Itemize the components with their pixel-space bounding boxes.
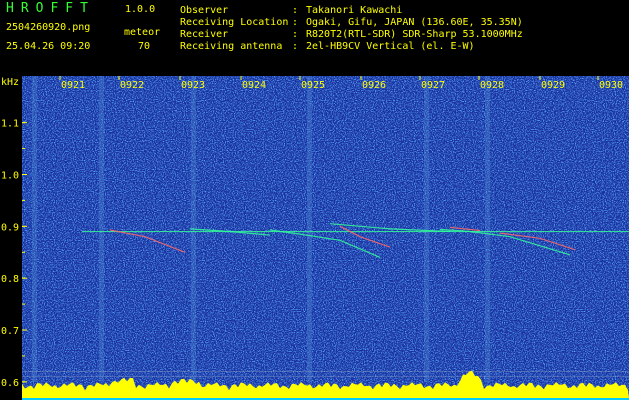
- meteor-label: meteor: [124, 27, 161, 38]
- info-value-antenna: 2el-HB9CV Vertical (el. E-W): [306, 41, 475, 52]
- info-label-receiver: Receiver: [180, 29, 229, 40]
- y-axis-unit: kHz: [1, 77, 19, 88]
- time-label: 0926: [362, 80, 386, 91]
- app-title: HROFFT: [6, 1, 95, 16]
- meteor-count: 70: [138, 41, 151, 52]
- file-datetime: 25.04.26 09:20: [6, 41, 91, 52]
- info-separator: :: [292, 29, 299, 40]
- y-tick-label: 1.0: [1, 170, 19, 181]
- time-band: [99, 76, 104, 382]
- info-value-receiver: R820T2(RTL-SDR) SDR-Sharp 53.1000MHz: [306, 29, 523, 40]
- time-band: [424, 76, 429, 382]
- time-label: 0928: [480, 80, 504, 91]
- y-tick-label: 1.1: [1, 119, 19, 130]
- spectrogram: kHz 1.1 1.0 0.9 0.8 0.7 0.6 0921 0922 0923 0924 09…: [0, 76, 629, 400]
- info-value-observer: Takanori Kawachi: [306, 5, 403, 16]
- info-label-location: Receiving Location: [180, 17, 289, 28]
- time-band: [307, 76, 312, 382]
- time-label: 0922: [120, 80, 144, 91]
- info-separator: :: [292, 41, 299, 52]
- info-value-location: Ogaki, Gifu, JAPAN (136.60E, 35.35N): [306, 17, 523, 28]
- header: HROFFT 1.0.0 2504260920.png 25.04.26 09:…: [0, 0, 629, 76]
- y-tick-label: 0.8: [1, 274, 19, 285]
- y-tick-label: 0.6: [1, 378, 19, 389]
- time-label: 0923: [181, 80, 205, 91]
- time-label: 0924: [242, 80, 266, 91]
- info-label-antenna: Receiving antenna: [180, 41, 283, 52]
- y-tick-label: 0.7: [1, 326, 19, 337]
- info-label-observer: Observer: [180, 5, 229, 16]
- app-version: 1.0.0: [125, 4, 156, 15]
- time-band: [32, 76, 37, 382]
- time-label: 0925: [301, 80, 325, 91]
- time-label: 0930: [599, 80, 623, 91]
- file-name: 2504260920.png: [6, 22, 91, 33]
- time-label: 0927: [421, 80, 445, 91]
- time-label: 0921: [61, 80, 85, 91]
- time-band: [485, 76, 490, 382]
- info-separator: :: [292, 5, 299, 16]
- time-label: 0929: [541, 80, 565, 91]
- spectrogram-panel: kHz 1.1 1.0 0.9 0.8 0.7 0.6 0921 0922 0923 0924 09…: [0, 76, 629, 400]
- info-separator: :: [292, 17, 299, 28]
- y-tick-label: 0.9: [1, 222, 19, 233]
